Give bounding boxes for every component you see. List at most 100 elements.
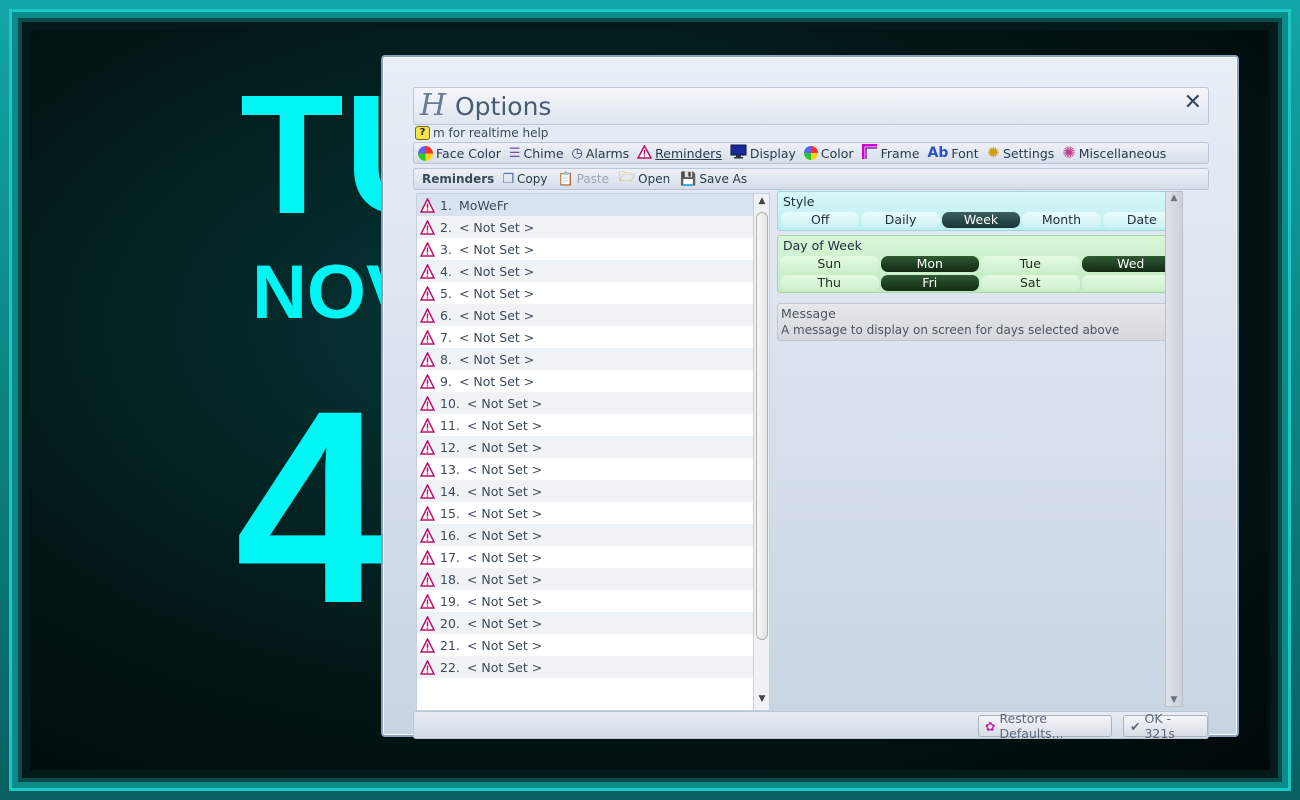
- reminder-label: < Not Set >: [466, 527, 543, 543]
- reminder-number: 19.: [440, 593, 460, 609]
- reminder-number: 6.: [440, 307, 452, 323]
- checkmark-icon: ✔: [1130, 718, 1141, 734]
- reminder-number: 11.: [440, 417, 460, 433]
- message-input[interactable]: A message to display on screen for days …: [781, 323, 1119, 337]
- restore-defaults-button[interactable]: ✿ Restore Defaults...: [978, 711, 1112, 741]
- reminder-label: < Not Set >: [466, 483, 543, 499]
- dialog-titlebar[interactable]: H Options ✕: [413, 87, 1209, 125]
- reminder-label: < Not Set >: [458, 285, 535, 301]
- style-option-off[interactable]: Off: [781, 212, 860, 228]
- tab-chime[interactable]: ☰ Chime: [509, 146, 564, 161]
- reminder-number: 15.: [440, 505, 460, 521]
- tab-face-color[interactable]: Face Color: [418, 145, 501, 161]
- list-item[interactable]: 6. < Not Set >: [417, 304, 769, 326]
- list-item[interactable]: 19. < Not Set >: [417, 590, 769, 612]
- detail-scroll-down-icon[interactable]: ▼: [1165, 695, 1183, 705]
- day-toggle-fri[interactable]: Fri: [880, 275, 979, 291]
- list-item[interactable]: 10. < Not Set >: [417, 392, 769, 414]
- list-item[interactable]: 16. < Not Set >: [417, 524, 769, 546]
- day-toggle-mon[interactable]: Mon: [880, 256, 979, 272]
- monitor-icon: [730, 144, 747, 162]
- list-item[interactable]: 7. < Not Set >: [417, 326, 769, 348]
- tab-miscellaneous[interactable]: ✺ Miscellaneous: [1062, 145, 1166, 161]
- reminders-list[interactable]: 1. MoWeFr 2. < Not Set > 3. < Not Set > 4. < No…: [416, 193, 770, 711]
- frame-icon: [861, 143, 878, 163]
- list-item[interactable]: 3. < Not Set >: [417, 238, 769, 260]
- list-item[interactable]: 9. < Not Set >: [417, 370, 769, 392]
- warning-triangle-icon: [420, 219, 436, 235]
- list-item[interactable]: 22. < Not Set >: [417, 656, 769, 678]
- reminder-label: < Not Set >: [466, 439, 543, 455]
- dialog-button-bar: ✿ Restore Defaults... ✔ OK - 321s: [413, 711, 1209, 741]
- toolbar-title: Reminders: [422, 172, 495, 186]
- list-item[interactable]: 17. < Not Set >: [417, 546, 769, 568]
- detail-scrollbar[interactable]: ▲ ▼: [1163, 191, 1183, 707]
- reminder-label: < Not Set >: [466, 461, 543, 477]
- reminder-label: MoWeFr: [458, 197, 509, 213]
- detail-scroll-track[interactable]: [1165, 191, 1183, 707]
- save-as-button[interactable]: 💾 Save As: [680, 172, 747, 187]
- list-item[interactable]: 15. < Not Set >: [417, 502, 769, 524]
- tab-display[interactable]: Display: [730, 144, 796, 162]
- style-option-month[interactable]: Month: [1022, 212, 1101, 228]
- reminder-label: < Not Set >: [466, 571, 543, 587]
- day-toggle-sun[interactable]: Sun: [780, 256, 879, 272]
- tab-frame[interactable]: Frame: [861, 143, 920, 163]
- scroll-up-icon[interactable]: ▲: [754, 196, 769, 210]
- list-item[interactable]: 8. < Not Set >: [417, 348, 769, 370]
- style-option-daily[interactable]: Daily: [861, 212, 940, 228]
- list-item[interactable]: 1. MoWeFr: [417, 194, 769, 216]
- reminder-detail-panel: Style Off Daily Week Month Date Day of Week …: [775, 191, 1183, 711]
- reminder-label: < Not Set >: [466, 659, 543, 675]
- warning-triangle-icon: [420, 615, 436, 631]
- chime-icon: ☰: [508, 145, 521, 161]
- detail-scroll-up-icon[interactable]: ▲: [1165, 193, 1183, 203]
- list-item[interactable]: 13. < Not Set >: [417, 458, 769, 480]
- tab-reminders[interactable]: Reminders: [636, 143, 722, 162]
- list-item[interactable]: 11. < Not Set >: [417, 414, 769, 436]
- warning-triangle-icon: [420, 417, 436, 433]
- tab-font[interactable]: Ab Font: [928, 146, 979, 161]
- tab-alarms[interactable]: ◷ Alarms: [572, 146, 630, 161]
- day-toggle-thu[interactable]: Thu: [780, 275, 879, 291]
- paste-button[interactable]: 📋 Paste: [557, 172, 609, 187]
- multi-gear-icon: ✺: [1062, 143, 1076, 162]
- tab-color[interactable]: Color: [803, 146, 854, 161]
- reminder-number: 16.: [440, 527, 460, 543]
- list-scrollbar[interactable]: ▲ ▼: [753, 194, 769, 710]
- open-button[interactable]: 🗁 Open: [619, 168, 670, 190]
- style-option-week[interactable]: Week: [941, 212, 1021, 228]
- scroll-down-icon[interactable]: ▼: [754, 694, 769, 708]
- reminder-label: < Not Set >: [458, 329, 535, 345]
- day-toggle-sat[interactable]: Sat: [981, 275, 1080, 291]
- list-item[interactable]: 12. < Not Set >: [417, 436, 769, 458]
- reminder-number: 9.: [440, 373, 452, 389]
- message-panel: Message A message to display on screen f…: [777, 303, 1183, 341]
- reminder-label: < Not Set >: [466, 505, 543, 521]
- close-icon[interactable]: ✕: [1184, 90, 1202, 115]
- day-toggle-tue[interactable]: Tue: [981, 256, 1080, 272]
- help-icon[interactable]: ?: [415, 126, 430, 140]
- scroll-thumb[interactable]: [756, 212, 768, 640]
- warning-triangle-icon: [420, 505, 436, 521]
- tab-settings[interactable]: ✹ Settings: [987, 145, 1055, 161]
- list-item[interactable]: 20. < Not Set >: [417, 612, 769, 634]
- list-item[interactable]: 4. < Not Set >: [417, 260, 769, 282]
- ok-button[interactable]: ✔ OK - 321s: [1123, 711, 1208, 741]
- list-item[interactable]: 21. < Not Set >: [417, 634, 769, 656]
- reminder-label: < Not Set >: [458, 219, 535, 235]
- reminder-number: 22.: [440, 659, 460, 675]
- reminder-number: 2.: [440, 219, 452, 235]
- style-title: Style: [783, 194, 815, 209]
- reminder-label: < Not Set >: [466, 637, 543, 653]
- warning-triangle-icon: [636, 143, 653, 162]
- copy-button[interactable]: ❐ Copy: [502, 172, 547, 187]
- list-item[interactable]: 2. < Not Set >: [417, 216, 769, 238]
- reminder-number: 12.: [440, 439, 460, 455]
- gear-icon: ✹: [986, 143, 1000, 162]
- reminder-label: < Not Set >: [458, 263, 535, 279]
- list-item[interactable]: 5. < Not Set >: [417, 282, 769, 304]
- list-item[interactable]: 18. < Not Set >: [417, 568, 769, 590]
- list-item[interactable]: 14. < Not Set >: [417, 480, 769, 502]
- options-dialog: H Options ✕ ? m for realtime help Face C…: [381, 55, 1239, 741]
